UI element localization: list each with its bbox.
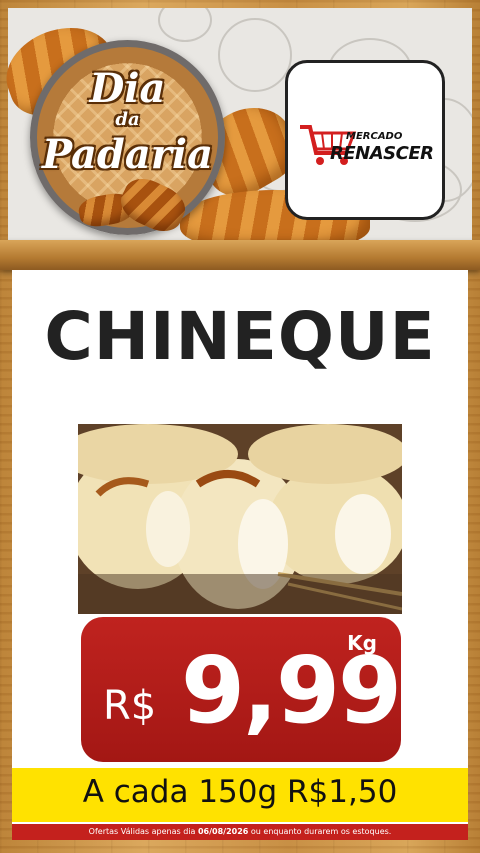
footer-date: 06/08/2026 — [197, 827, 249, 836]
validity-footer: Ofertas Válidas apenas dia 06/08/2026 ou… — [12, 824, 468, 840]
logo-small-text: MERCADO — [346, 131, 403, 142]
portion-price-strip: A cada 150g R$1,50 — [12, 768, 468, 822]
wooden-shelf — [0, 240, 480, 270]
currency-symbol: R$ — [103, 683, 157, 729]
product-photo — [78, 424, 402, 614]
footer-post: ou enquanto durarem os estoques. — [250, 827, 392, 836]
footer-pre: Ofertas Válidas apenas dia — [88, 827, 196, 836]
price-value: 9,99 — [181, 637, 402, 744]
price-tag: Kg R$ 9,99 — [81, 617, 402, 762]
dia-da-padaria-badge: Dia da Padaria — [30, 40, 225, 239]
badge-line1: Dia — [89, 65, 166, 112]
badge-line2: da — [115, 109, 140, 130]
badge-line3: Padaria — [42, 131, 213, 178]
mercado-renascer-logo: MERCADO RENASCER — [285, 60, 445, 220]
portion-price-text: A cada 150g R$1,50 — [82, 774, 398, 810]
logo-big-text: RENASCER — [330, 143, 434, 164]
product-name: CHINEQUE — [44, 298, 436, 375]
